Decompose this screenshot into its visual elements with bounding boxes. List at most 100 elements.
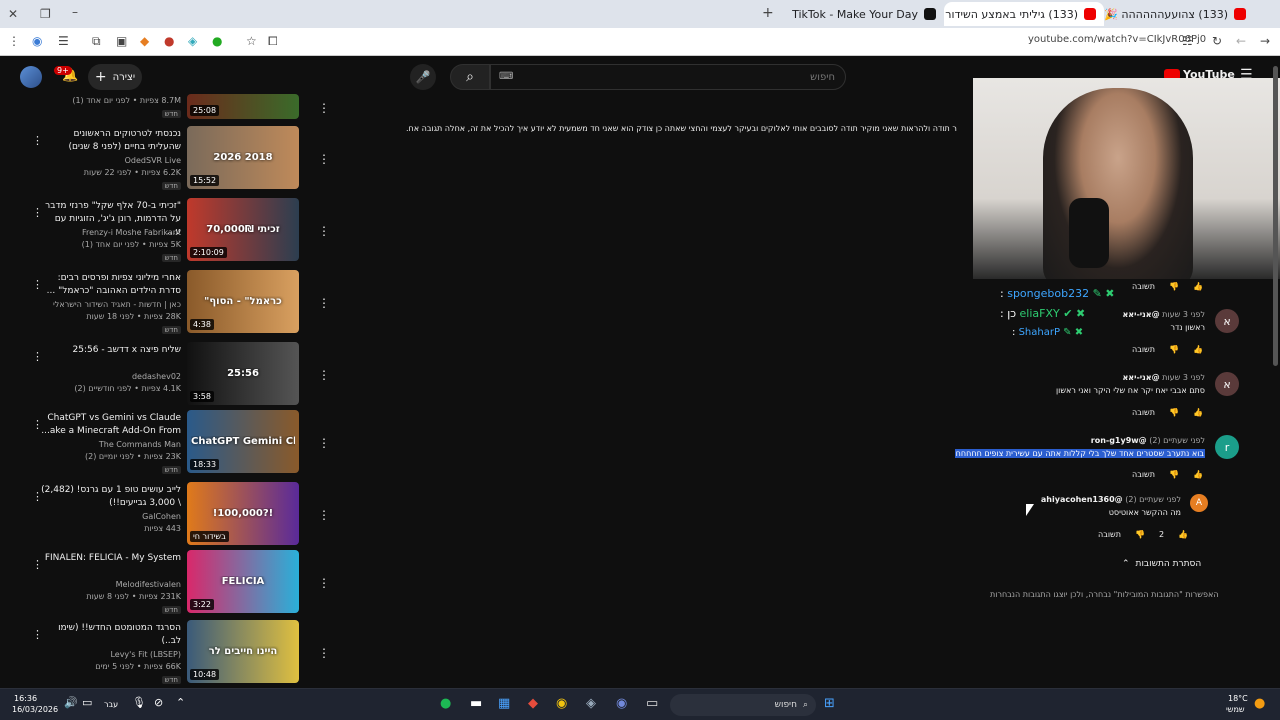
extension-icon[interactable]: ◈ [188, 34, 197, 48]
reply-button[interactable]: תשובה [1132, 282, 1155, 291]
video-channel[interactable]: GalCohen [11, 512, 181, 521]
reply-button[interactable]: תשובה [1132, 345, 1155, 354]
new-tab-icon[interactable]: + [762, 5, 774, 21]
video-item[interactable]: 25:56 3:58 שליח פיצה x דדשב - 25:56 dedashe… [0, 342, 330, 410]
clock-date[interactable]: 16/03/2026 [12, 705, 58, 714]
weather-label[interactable]: שמשי [1226, 705, 1245, 714]
video-item[interactable]: ChatGPT Gemini Claude 18:33 ChatGPT vs Gem… [0, 410, 330, 478]
dislike-icon[interactable]: 👎 [1169, 282, 1179, 291]
more-options-icon[interactable]: ⋮ [318, 368, 330, 382]
more-options-icon[interactable]: ⋮ [318, 576, 330, 590]
extension-icon[interactable]: ◉ [32, 34, 42, 48]
scrollbar[interactable] [1273, 66, 1278, 366]
back-icon[interactable]: → [1260, 34, 1270, 48]
like-icon[interactable]: 👍 [1193, 282, 1203, 291]
more-options-icon[interactable]: ⋮ [32, 350, 43, 363]
video-item[interactable]: !100,000?! בשידור חי לייב עושים טופ 1 עם ג… [0, 482, 330, 550]
volume-icon[interactable]: 🔊 [64, 696, 78, 709]
more-options-icon[interactable]: ⋮ [318, 646, 330, 660]
more-options-icon[interactable]: ⋮ [32, 418, 43, 431]
video-title[interactable]: הסרגד המטומטם החדש!! (שימו לב..) [41, 622, 181, 648]
app-icon[interactable]: ◆ [528, 696, 538, 711]
avatar[interactable] [20, 66, 42, 88]
avatar[interactable]: A [1190, 494, 1208, 512]
tab-youtube-active[interactable]: (133) גיליתי באמצע השידור איזו [944, 2, 1104, 26]
discord-icon[interactable]: ◉ [616, 696, 627, 711]
chevron-up-icon[interactable]: ⌃ [176, 696, 185, 709]
display-icon[interactable]: ▭ [82, 696, 92, 709]
forward-icon[interactable]: ← [1236, 34, 1246, 48]
comment-author[interactable]: @ron-g1y9w [1091, 436, 1147, 445]
windows-start-icon[interactable]: ⊞ [824, 696, 835, 711]
dislike-icon[interactable]: 👎 [1135, 530, 1145, 539]
site-settings-icon[interactable]: ☷ [1182, 34, 1193, 48]
spotify-icon[interactable]: ● [440, 696, 451, 711]
more-options-icon[interactable]: ⋮ [318, 224, 330, 238]
minimize-window-icon[interactable]: – [72, 5, 78, 19]
video-channel[interactable]: Levy's Fit (LBSEP) [11, 650, 181, 659]
search-input[interactable] [491, 65, 845, 90]
avatar[interactable]: א [1215, 309, 1239, 333]
more-options-icon[interactable]: ⋮ [318, 296, 330, 310]
video-title[interactable]: אחרי מיליוני צפיות ופרסים רבים: סדרת היל… [41, 272, 181, 298]
video-title[interactable]: נכנסתי לטרטוקים הראשונים שהעליתי בחיים (… [41, 128, 181, 154]
more-options-icon[interactable]: ⋮ [32, 628, 43, 641]
video-channel[interactable]: Melodifestivalen [11, 580, 181, 589]
video-title[interactable]: לייב עושים טופ 1 עם גרנס! (2,482) \ 3,00… [41, 484, 181, 510]
video-item[interactable]: FELICIA 3:22 FINALEN: FELICIA - My System M… [0, 550, 330, 618]
video-title[interactable]: FINALEN: FELICIA - My System [41, 552, 181, 565]
video-channel[interactable]: Frenzy-i Moshe Fabrikant [11, 228, 181, 237]
file-explorer-icon[interactable]: ▭ [646, 696, 658, 711]
url-text[interactable]: youtube.com/watch?v=CIkJvR06Pj0 [1028, 34, 1206, 45]
search-box[interactable]: ⌨ [490, 64, 846, 90]
extension-icon[interactable]: ● [164, 34, 174, 48]
close-window-icon[interactable]: ✕ [8, 7, 18, 21]
video-channel[interactable]: The Commands Man [11, 440, 181, 449]
more-options-icon[interactable]: ⋮ [318, 436, 330, 450]
bookmark-star-icon[interactable]: ☆ [246, 34, 257, 48]
clock-time[interactable]: 16:36 [14, 694, 37, 703]
weather-sun-icon[interactable]: ● [1254, 696, 1265, 711]
reply-button[interactable]: תשובה [1098, 530, 1121, 539]
more-options-icon[interactable]: ⋮ [32, 134, 43, 147]
extension-icon[interactable]: ◆ [140, 34, 149, 48]
avatar[interactable]: r [1215, 435, 1239, 459]
video-title[interactable]: ChatGPT vs Gemini vs Claude ...ake a Min… [41, 412, 181, 438]
more-options-icon[interactable]: ⋮ [318, 152, 330, 166]
create-button[interactable]: יצירה + [88, 64, 142, 90]
video-item[interactable]: 2026 2018 15:52 נכנסתי לטרטוקים הראשונים ש… [0, 126, 330, 194]
reply-button[interactable]: תשובה [1132, 408, 1155, 417]
tab-youtube-2[interactable]: (133) צהועעהההההה 🎉 | Ss# [1104, 2, 1254, 26]
comment-author[interactable]: @ahiyacohen1360 [1041, 495, 1123, 504]
extension-icon[interactable]: ▣ [116, 34, 127, 48]
more-options-icon[interactable]: ⋮ [318, 101, 330, 115]
search-button[interactable]: ⌕ [450, 64, 490, 90]
extension-icon[interactable]: ● [212, 34, 222, 48]
tab-tiktok[interactable]: TikTok - Make Your Day [784, 2, 944, 26]
reload-icon[interactable]: ↻ [1212, 34, 1222, 48]
terminal-icon[interactable]: ▬ [470, 696, 482, 711]
more-options-icon[interactable]: ⋮ [32, 558, 43, 571]
wifi-off-icon[interactable]: ⊘ [154, 696, 163, 709]
video-item[interactable]: היינו חייבים לר 10:48 הסרגד המטומטם החדש!!… [0, 620, 330, 688]
more-options-icon[interactable]: ⋮ [32, 490, 43, 503]
comment-author[interactable]: @אני-יאא [1122, 373, 1159, 382]
like-icon[interactable]: 👍 [1193, 470, 1203, 479]
like-icon[interactable]: 👍 [1193, 345, 1203, 354]
like-icon[interactable]: 👍 [1178, 530, 1188, 539]
language-indicator[interactable]: עבר [104, 700, 118, 709]
install-icon[interactable]: ⧠ [268, 34, 278, 49]
video-item[interactable]: 70,000₪ זכיתי 2:10:09 "זכיתי ב-70 אלף שקל"… [0, 198, 330, 266]
restore-window-icon[interactable]: ❐ [40, 7, 51, 21]
avatar[interactable]: א [1215, 372, 1239, 396]
dislike-icon[interactable]: 👎 [1169, 470, 1179, 479]
video-channel[interactable]: OdedSVR Live [11, 156, 181, 165]
more-options-icon[interactable]: ⋮ [32, 278, 43, 291]
chrome-icon[interactable]: ◉ [556, 696, 567, 711]
video-channel[interactable]: dedashev02 [11, 372, 181, 381]
keyboard-icon[interactable]: ⌨ [499, 71, 513, 82]
temperature[interactable]: 18°C [1228, 694, 1248, 703]
like-icon[interactable]: 👍 [1193, 408, 1203, 417]
steam-icon[interactable]: ◈ [586, 696, 596, 711]
dislike-icon[interactable]: 👎 [1169, 408, 1179, 417]
